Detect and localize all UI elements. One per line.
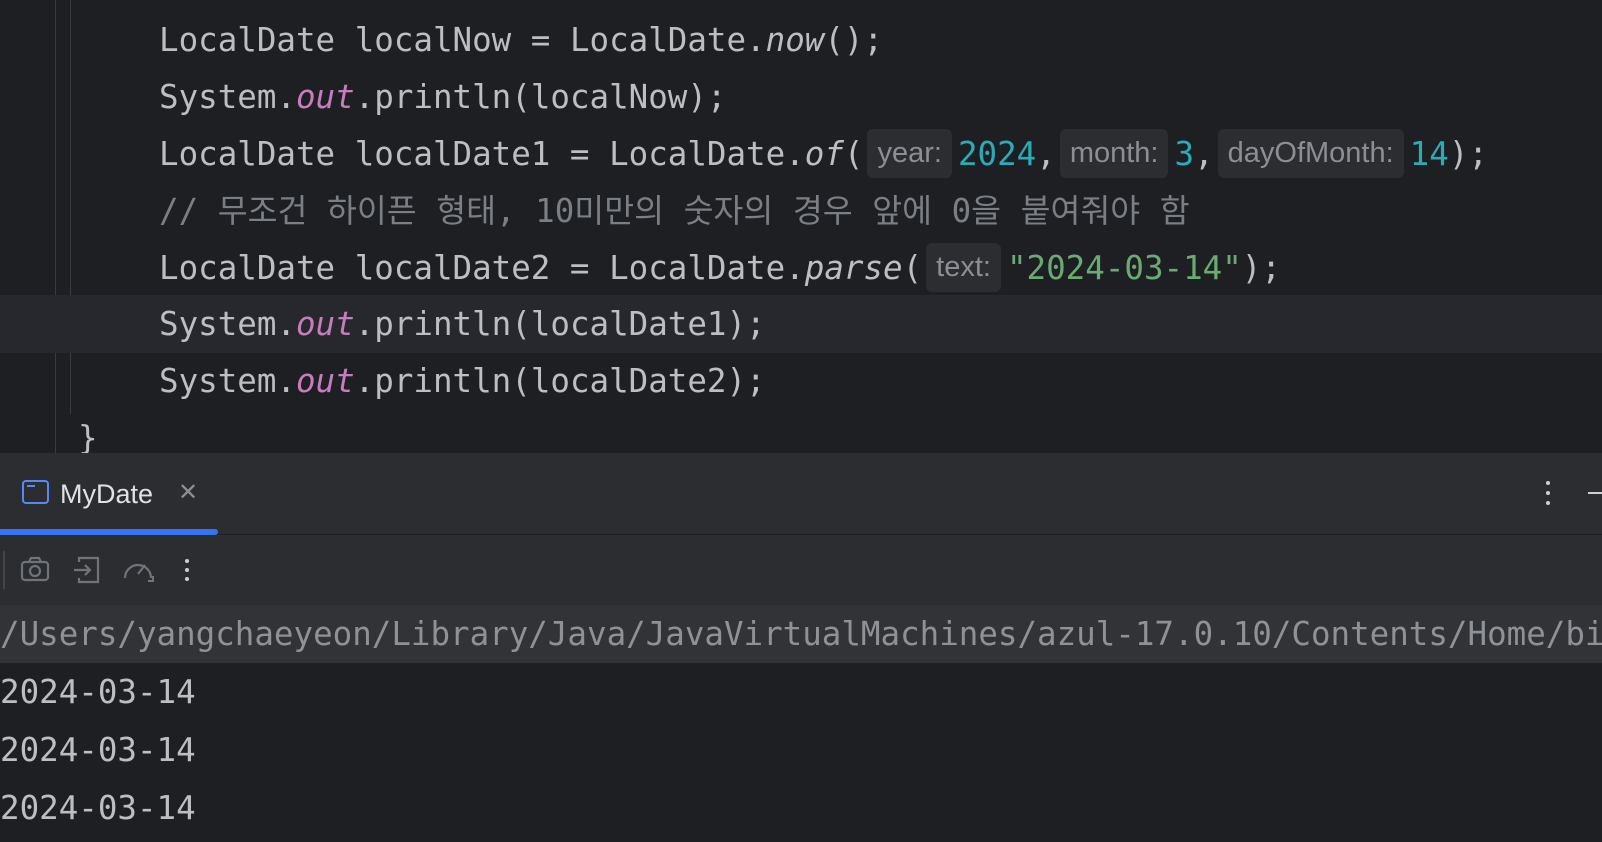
- number-literal: 2024: [957, 135, 1037, 173]
- static-field: out: [295, 78, 355, 116]
- camera-icon[interactable]: [15, 550, 55, 590]
- variable-name: localNow: [354, 21, 512, 59]
- more-vertical-icon[interactable]: [1536, 473, 1560, 513]
- ide-window: LocalDate localNow = LocalDate.now(); Sy…: [0, 0, 1602, 842]
- method-name: println: [374, 78, 512, 116]
- parameter-hint-text: text:: [926, 242, 1001, 292]
- console-output-line: 2024-03-14: [0, 673, 196, 711]
- method-name: of: [804, 135, 844, 173]
- parameter-hint-year: year:: [867, 128, 952, 178]
- console-output-line: 2024-03-14: [0, 789, 196, 827]
- code-comment[interactable]: // 무조건 하이픈 형태, 10미만의 숫자의 경우 앞에 0을 붙여줘야 함: [0, 182, 1602, 240]
- parameter-hint-month: month:: [1059, 128, 1169, 178]
- class-name: System: [159, 362, 277, 400]
- more-vertical-icon[interactable]: [167, 550, 207, 590]
- code-line[interactable]: System.out.println(localNow);: [0, 68, 1602, 126]
- method-name: parse: [804, 249, 903, 287]
- argument: localDate2: [530, 362, 727, 400]
- code-line[interactable]: LocalDate localDate2 = LocalDate.parse(t…: [0, 239, 1602, 297]
- speedometer-icon[interactable]: [118, 550, 158, 590]
- tab-label: MyDate: [60, 479, 154, 509]
- type-name: LocalDate: [159, 135, 336, 173]
- class-name: LocalDate: [569, 21, 747, 59]
- minimize-icon[interactable]: [1588, 492, 1602, 494]
- parameter-hint-day-of-month: dayOfMonth:: [1217, 128, 1404, 178]
- variable-name: localDate1: [354, 135, 551, 173]
- string-literal: "2024-03-14": [1006, 249, 1242, 287]
- code-editor[interactable]: LocalDate localNow = LocalDate.now(); Sy…: [0, 0, 1602, 453]
- class-name: LocalDate: [609, 249, 786, 287]
- code-line[interactable]: LocalDate localDate1 = LocalDate.of(year…: [0, 125, 1602, 183]
- argument: localDate1: [530, 305, 727, 343]
- console-output[interactable]: /Users/yangchaeyeon/Library/Java/JavaVir…: [0, 605, 1602, 842]
- variable-name: localDate2: [354, 249, 551, 287]
- method-name: now: [765, 21, 825, 59]
- console-output-line: 2024-03-14: [0, 731, 196, 769]
- code-line[interactable]: System.out.println(localDate2);: [0, 352, 1602, 410]
- closing-brace: }: [78, 419, 98, 453]
- tab-mydate[interactable]: MyDate ✕: [0, 453, 218, 535]
- run-tool-window-header: MyDate ✕: [0, 453, 1602, 535]
- console-command-line: /Users/yangchaeyeon/Library/Java/JavaVir…: [0, 605, 1602, 663]
- run-toolbar: [0, 535, 1602, 605]
- close-icon[interactable]: ✕: [176, 477, 200, 507]
- number-literal: 3: [1174, 135, 1195, 173]
- static-field: out: [295, 362, 355, 400]
- type-name: LocalDate: [159, 21, 336, 59]
- console-window-icon: [22, 480, 49, 504]
- exit-icon[interactable]: [67, 550, 107, 590]
- class-name: System: [159, 305, 277, 343]
- type-name: LocalDate: [159, 249, 336, 287]
- code-punctuation: ();: [824, 21, 884, 59]
- static-field: out: [295, 305, 355, 343]
- method-name: println: [374, 305, 512, 343]
- argument: localNow: [530, 78, 688, 116]
- class-name: System: [159, 78, 277, 116]
- code-line-current[interactable]: System.out.println(localDate1);: [0, 295, 1602, 353]
- method-name: println: [374, 362, 512, 400]
- code-line[interactable]: LocalDate localNow = LocalDate.now();: [0, 11, 1602, 69]
- toolbar-divider: [3, 551, 5, 589]
- class-name: LocalDate: [609, 135, 786, 173]
- number-literal: 14: [1409, 135, 1449, 173]
